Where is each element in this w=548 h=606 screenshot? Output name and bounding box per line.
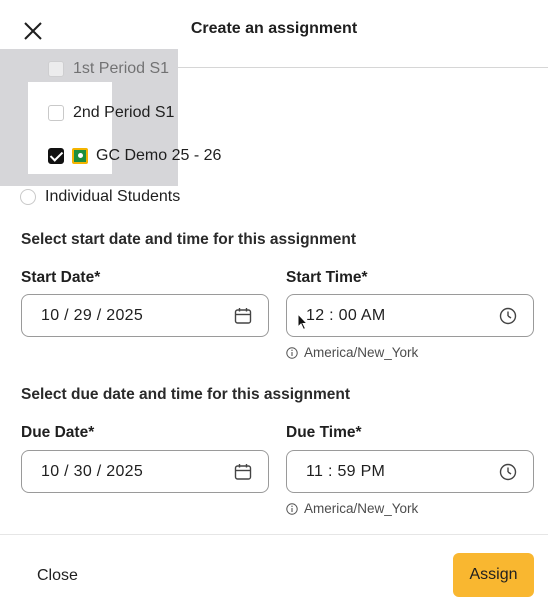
start-date-value: 10 / 29 / 2025 [41,307,144,324]
period-label: 1st Period S1 [73,60,170,77]
start-date-label: Start Date* [21,269,100,287]
modal-footer: Close Assign [0,534,548,606]
period-option-1[interactable]: 1st Period S1 [48,60,169,78]
due-timezone-text: America/New_York [304,501,419,516]
due-timezone: America/New_York [286,501,418,516]
calendar-icon[interactable] [234,463,252,481]
due-date-input[interactable]: 10 / 30 / 2025 [21,450,269,493]
modal-title: Create an assignment [190,20,358,37]
calendar-icon[interactable] [234,307,252,325]
due-date-label: Due Date* [21,424,94,442]
due-date-value: 10 / 30 / 2025 [41,463,144,480]
start-timezone: America/New_York [286,345,418,360]
clock-icon[interactable] [499,307,517,325]
due-time-value: 11 : 59 PM [306,463,386,480]
required-mark: * [88,424,95,441]
period-checkbox[interactable] [48,105,64,121]
info-icon [286,346,298,359]
info-icon [286,502,298,515]
period-option-2[interactable]: 2nd Period S1 [48,104,174,122]
due-time-input[interactable]: 11 : 59 PM [286,450,534,493]
clock-icon[interactable] [499,463,517,481]
start-date-input[interactable]: 10 / 29 / 2025 [21,294,269,337]
google-classroom-icon [72,148,88,164]
required-mark: * [94,269,101,286]
start-time-label: Start Time* [286,269,368,287]
due-time-label: Due Time* [286,424,362,442]
individual-students-option[interactable]: Individual Students [20,188,180,206]
period-option-3[interactable]: GC Demo 25 - 26 [48,147,221,165]
start-section-title: Select start date and time for this assi… [21,231,357,248]
period-checkbox[interactable] [48,61,64,77]
close-button[interactable]: Close [37,567,78,585]
mouse-cursor-icon [297,313,309,331]
start-time-value: 12 : 00 AM [306,307,386,324]
due-time-label-text: Due Time [286,424,356,441]
individual-students-radio[interactable] [20,189,36,205]
individual-students-label: Individual Students [45,188,181,205]
period-checkbox-checked[interactable] [48,148,64,164]
assign-button[interactable]: Assign [453,553,534,597]
required-mark: * [355,424,362,441]
start-timezone-text: America/New_York [304,345,419,360]
period-label: 2nd Period S1 [73,104,175,121]
due-section-title: Select due date and time for this assign… [21,386,351,403]
required-mark: * [361,269,368,286]
start-time-label-text: Start Time [286,269,362,286]
due-date-label-text: Due Date [21,424,89,441]
period-label: GC Demo 25 - 26 [96,147,222,164]
start-time-input[interactable]: 12 : 00 AM [286,294,534,337]
start-date-label-text: Start Date [21,269,95,286]
